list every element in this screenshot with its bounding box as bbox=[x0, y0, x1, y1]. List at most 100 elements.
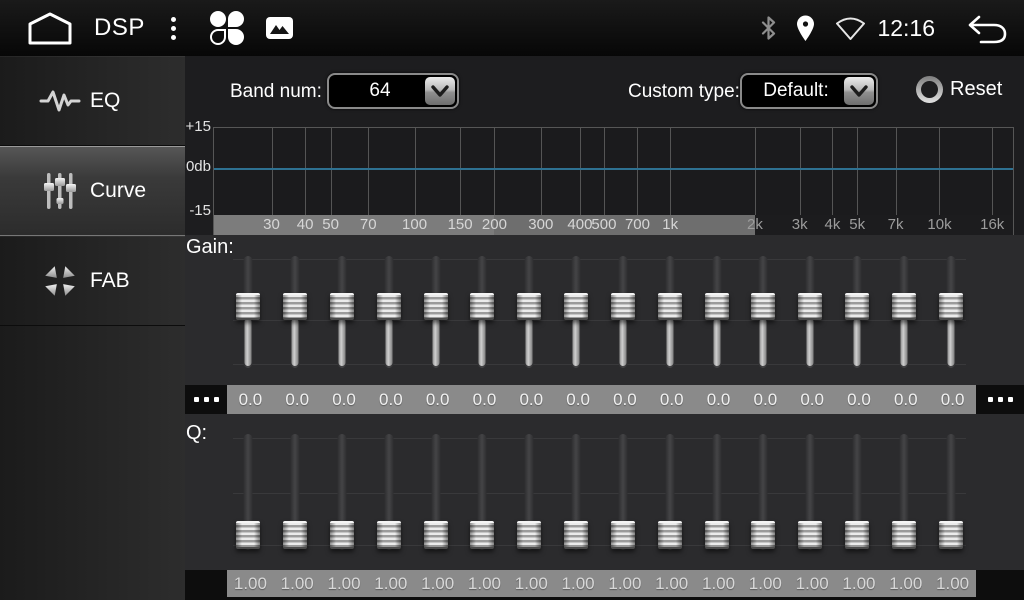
slider-knob[interactable] bbox=[892, 521, 916, 549]
q-band-slider[interactable] bbox=[787, 434, 834, 550]
gain-band-slider[interactable] bbox=[834, 256, 881, 368]
slider-knob[interactable] bbox=[517, 293, 541, 320]
freq-tick-label: 300 bbox=[528, 215, 553, 235]
slider-knob[interactable] bbox=[236, 521, 260, 549]
chevron-down-icon[interactable] bbox=[844, 77, 874, 105]
slider-knob[interactable] bbox=[939, 293, 963, 320]
slider-knob[interactable] bbox=[798, 293, 822, 320]
waveform-icon bbox=[38, 85, 82, 117]
q-value: 1.00 bbox=[789, 570, 836, 597]
gallery-icon[interactable] bbox=[266, 17, 293, 39]
gain-band-slider[interactable] bbox=[459, 256, 506, 368]
slider-knob[interactable] bbox=[283, 293, 307, 320]
wifi-icon[interactable] bbox=[834, 16, 867, 41]
q-band-slider[interactable] bbox=[927, 434, 974, 550]
gain-value: 0.0 bbox=[367, 385, 414, 414]
gain-band-slider[interactable] bbox=[272, 256, 319, 368]
sidebar-item-curve[interactable]: Curve bbox=[0, 146, 185, 236]
q-band-slider[interactable] bbox=[646, 434, 693, 550]
slider-track-lower bbox=[573, 318, 580, 366]
q-value: 1.00 bbox=[695, 570, 742, 597]
q-band-slider[interactable] bbox=[553, 434, 600, 550]
q-band-slider[interactable] bbox=[693, 434, 740, 550]
slider-knob[interactable] bbox=[845, 293, 869, 320]
eq-curve-chart: +15 0db -15 3040507010015020030040050070… bbox=[185, 115, 1024, 235]
slider-knob[interactable] bbox=[658, 293, 682, 320]
q-band-slider[interactable] bbox=[880, 434, 927, 550]
gain-values-strip: 0.00.00.00.00.00.00.00.00.00.00.00.00.00… bbox=[227, 385, 976, 414]
gain-band-slider[interactable] bbox=[365, 256, 412, 368]
gain-band-slider[interactable] bbox=[787, 256, 834, 368]
band-num-dropdown[interactable]: 64 bbox=[327, 73, 459, 109]
slider-knob[interactable] bbox=[705, 521, 729, 549]
gain-band-slider[interactable] bbox=[693, 256, 740, 368]
y-axis-tick: +15 bbox=[185, 119, 211, 135]
slider-knob[interactable] bbox=[564, 521, 588, 549]
grid-line bbox=[832, 128, 833, 215]
slider-knob[interactable] bbox=[330, 521, 354, 549]
slider-knob[interactable] bbox=[611, 521, 635, 549]
slider-track-lower bbox=[947, 318, 954, 366]
gain-band-slider[interactable] bbox=[319, 256, 366, 368]
slider-knob[interactable] bbox=[564, 293, 588, 320]
q-band-slider[interactable] bbox=[272, 434, 319, 550]
more-bands-right-button[interactable] bbox=[976, 385, 1024, 414]
chevron-down-icon[interactable] bbox=[425, 77, 455, 105]
sidebar-item-eq[interactable]: EQ bbox=[0, 56, 185, 146]
q-band-slider[interactable] bbox=[412, 434, 459, 550]
slider-knob[interactable] bbox=[611, 293, 635, 320]
slider-knob[interactable] bbox=[470, 293, 494, 320]
slider-knob[interactable] bbox=[283, 521, 307, 549]
q-band-slider[interactable] bbox=[834, 434, 881, 550]
back-icon[interactable] bbox=[967, 13, 1008, 44]
more-bands-left-button[interactable] bbox=[185, 385, 227, 414]
q-band-slider[interactable] bbox=[459, 434, 506, 550]
custom-type-dropdown[interactable]: Default: bbox=[740, 73, 878, 109]
slider-knob[interactable] bbox=[798, 521, 822, 549]
slider-knob[interactable] bbox=[658, 521, 682, 549]
gain-band-slider[interactable] bbox=[646, 256, 693, 368]
grid-line bbox=[670, 128, 671, 215]
overflow-menu-icon[interactable] bbox=[167, 13, 180, 44]
q-section-label: Q: bbox=[186, 422, 207, 445]
slider-knob[interactable] bbox=[236, 293, 260, 320]
gain-value: 0.0 bbox=[882, 385, 929, 414]
q-band-slider[interactable] bbox=[740, 434, 787, 550]
gain-value: 0.0 bbox=[555, 385, 602, 414]
slider-knob[interactable] bbox=[751, 293, 775, 320]
slider-knob[interactable] bbox=[705, 293, 729, 320]
chart-plot-area[interactable]: 304050701001502003004005007001k2k3k4k5k7… bbox=[213, 127, 1014, 235]
gain-band-slider[interactable] bbox=[506, 256, 553, 368]
bluetooth-icon[interactable] bbox=[760, 15, 777, 41]
slider-knob[interactable] bbox=[517, 521, 541, 549]
gain-band-slider[interactable] bbox=[225, 256, 272, 368]
slider-knob[interactable] bbox=[892, 293, 916, 320]
reset-radio-icon[interactable] bbox=[916, 76, 943, 103]
gain-band-slider[interactable] bbox=[880, 256, 927, 368]
q-value: 1.00 bbox=[508, 570, 555, 597]
slider-knob[interactable] bbox=[939, 521, 963, 549]
gain-band-slider[interactable] bbox=[412, 256, 459, 368]
q-band-slider[interactable] bbox=[506, 434, 553, 550]
apps-clover-icon[interactable] bbox=[210, 11, 244, 45]
gain-band-slider[interactable] bbox=[927, 256, 974, 368]
slider-knob[interactable] bbox=[424, 293, 448, 320]
sidebar-item-fab[interactable]: FAB bbox=[0, 236, 185, 326]
gain-band-slider[interactable] bbox=[740, 256, 787, 368]
slider-knob[interactable] bbox=[377, 521, 401, 549]
slider-knob[interactable] bbox=[845, 521, 869, 549]
reset-button[interactable]: Reset bbox=[916, 76, 1002, 103]
slider-knob[interactable] bbox=[751, 521, 775, 549]
gain-band-slider[interactable] bbox=[553, 256, 600, 368]
location-icon[interactable] bbox=[795, 15, 816, 42]
gain-band-slider[interactable] bbox=[600, 256, 647, 368]
slider-knob[interactable] bbox=[330, 293, 354, 320]
slider-knob[interactable] bbox=[470, 521, 494, 549]
slider-knob[interactable] bbox=[424, 521, 448, 549]
q-band-slider[interactable] bbox=[600, 434, 647, 550]
q-band-slider[interactable] bbox=[365, 434, 412, 550]
home-icon[interactable] bbox=[26, 11, 74, 46]
slider-knob[interactable] bbox=[377, 293, 401, 320]
q-band-slider[interactable] bbox=[319, 434, 366, 550]
q-band-slider[interactable] bbox=[225, 434, 272, 550]
